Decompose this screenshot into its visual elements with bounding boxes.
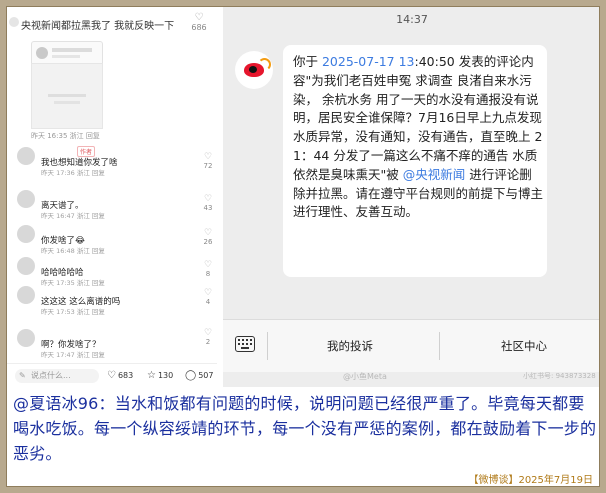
message-date-link[interactable]: 2025-07-17 13 [322,54,415,69]
star-icon: ☆ [147,370,156,381]
post-title-text: 央视新闻都拉黑我了 我就反映一下 [21,21,175,32]
avatar[interactable] [17,257,35,275]
comment-meta: 昨天 16:48 浙江 回复 [41,247,105,255]
logo-shape [258,58,271,71]
post-like[interactable]: ♡ 686 [189,12,209,33]
image-placeholder-line [54,101,80,104]
comment-input[interactable]: ✎ 说点什么... [15,369,99,383]
notification-panel: 14:37 你于 2025-07-17 13:40:50 发表的评论内容"为我们… [223,7,599,387]
heart-icon: ♡ [203,260,213,270]
comment-meta: 昨天 16:35 浙江 回复 [31,132,100,140]
key-dot [250,343,252,345]
comment-like[interactable]: ♡ 2 [201,328,215,347]
heart-icon: ♡ [203,288,213,298]
avatar[interactable] [17,286,35,304]
key-dot [250,339,252,341]
key-dot [242,343,244,345]
avatar[interactable] [9,17,19,27]
comment-meta: 昨天 17:53 浙江 回复 [41,308,105,316]
keyboard-icon[interactable] [235,336,255,352]
caption-text: @夏语冰96：当水和饭都有问题的时候，说明问题已经很严重了。毕竟每天都要喝水吃饭… [13,394,597,463]
comments-panel: 央视新闻都拉黑我了 我就反映一下 ♡ 686 昨天 16:35 浙江 回复 作者 [7,7,217,387]
avatar[interactable] [17,225,35,243]
like-count: 2 [205,338,211,346]
bottom-toolbar: 我的投诉 社区中心 [223,319,599,372]
like-count: 43 [203,204,213,212]
heart-icon: ♡ [107,370,116,381]
divider [439,332,440,360]
comment-count: 507 [198,371,214,380]
avatar[interactable] [17,147,35,165]
watermark: @小鱼Meta [343,372,387,381]
message-text: 你于 2025-07-17 13:40:50 发表的评论内容"为我们老百姓申冤 … [293,53,543,222]
key-dot [238,339,240,341]
post-like-count: 686 [191,23,207,32]
comment-like[interactable]: ♡ 72 [201,152,215,171]
attached-image[interactable] [31,63,103,129]
my-complaint-button[interactable]: 我的投诉 [327,338,373,354]
caption-source: 【微博谈】2025年7月19日 [468,475,593,486]
avatar[interactable] [17,190,35,208]
comment-like[interactable]: ♡ 26 [201,228,215,247]
bottom-action-bar: ✎ 说点什么... ♡ 683 ☆ 130 ◯ 507 [7,363,217,387]
content-area: 央视新闻都拉黑我了 我就反映一下 ♡ 686 昨天 16:35 浙江 回复 作者 [6,6,600,487]
comment-icon: ◯ [185,370,197,381]
logo-shape [249,66,257,73]
caption-block: @夏语冰96：当水和饭都有问题的时候，说明问题已经很严重了。毕竟每天都要喝水吃饭… [7,387,599,486]
collect-button[interactable]: ☆ 130 [147,370,173,381]
heart-icon: ♡ [203,228,213,238]
weibo-logo-icon [235,51,273,89]
like-count: 4 [205,298,211,306]
comment-meta: 昨天 17:36 浙江 回复 [41,169,105,177]
like-count: 72 [203,162,213,170]
divider [267,332,268,360]
message-bubble: 你于 2025-07-17 13:40:50 发表的评论内容"为我们老百姓申冤 … [283,45,547,277]
message-part: :40:50 发表的评论内容"为我们老百姓申冤 求调查 良渚自来水污染， 余杭水… [293,54,543,182]
key-dot [242,339,244,341]
image-placeholder-line [48,94,86,97]
image-frame: 央视新闻都拉黑我了 我就反映一下 ♡ 686 昨天 16:35 浙江 回复 作者 [0,0,606,493]
heart-icon: ♡ [203,152,213,162]
avatar[interactable] [17,329,35,347]
post-title: 央视新闻都拉黑我了 我就反映一下 [9,17,191,32]
like-count: 26 [203,238,213,246]
key-dot [241,347,249,349]
message-part: 你于 [293,54,322,69]
heart-icon: ♡ [203,194,213,204]
community-center-button[interactable]: 社区中心 [501,338,547,354]
like-count: 8 [205,270,211,278]
subtitle-placeholder [52,55,80,58]
watermark-id: 小红书号: 943873328 [523,372,596,380]
comment-like[interactable]: ♡ 43 [201,194,215,213]
name-placeholder [52,48,92,52]
comment-meta: 昨天 16:47 浙江 回复 [41,212,105,220]
status-time: 14:37 [396,13,428,26]
comment-meta: 昨天 17:47 浙江 回复 [41,351,105,359]
mention-link[interactable]: @央视新闻 [403,167,466,182]
collect-count: 130 [157,371,174,380]
comment-like[interactable]: ♡ 8 [201,260,215,279]
like-count: 683 [117,371,134,380]
key-dot [246,343,248,345]
comment-like[interactable]: ♡ 4 [201,288,215,307]
like-button[interactable]: ♡ 683 [107,370,133,381]
key-dot [238,343,240,345]
heart-icon: ♡ [194,12,204,23]
comment-meta: 昨天 17:35 浙江 回复 [41,279,105,287]
key-dot [246,339,248,341]
pen-icon: ✎ [19,371,26,380]
comment-button[interactable]: ◯ 507 [185,370,213,381]
heart-icon: ♡ [203,328,213,338]
avatar [36,47,48,59]
comment-input-placeholder: 说点什么... [31,371,71,380]
